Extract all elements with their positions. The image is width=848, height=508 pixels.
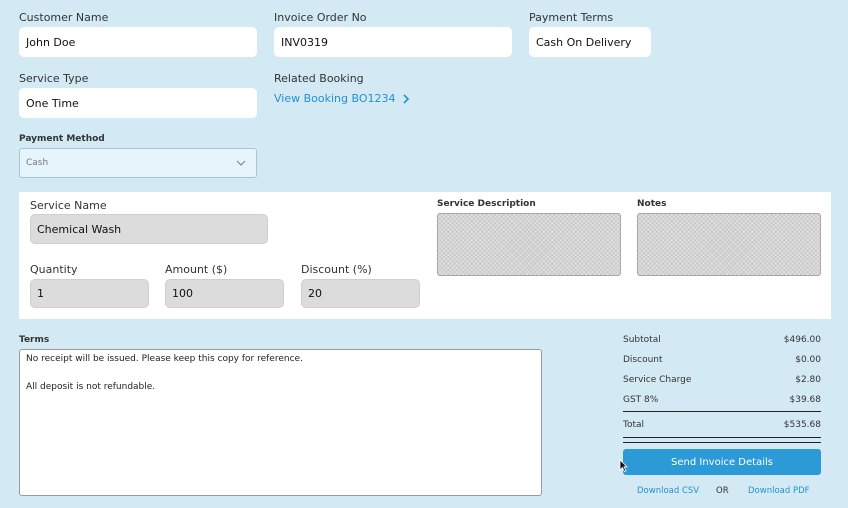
discount-input[interactable]: 20 — [301, 279, 420, 308]
discount-summary-value: $0.00 — [795, 355, 821, 365]
total-divider-top — [623, 437, 821, 438]
service-name-label: Service Name — [30, 199, 107, 212]
customer-name-label: Customer Name — [19, 11, 109, 24]
gst-value: $39.68 — [789, 395, 822, 405]
invoice-order-label: Invoice Order No — [274, 11, 367, 24]
terms-textarea[interactable]: No receipt will be issued. Please keep t… — [19, 349, 542, 496]
summary-divider — [623, 411, 821, 412]
service-charge-row: Service Charge $2.80 — [623, 375, 821, 385]
or-separator: OR — [716, 486, 729, 496]
download-pdf-link[interactable]: Download PDF — [748, 486, 810, 496]
quantity-input[interactable]: 1 — [30, 279, 149, 308]
service-description-label: Service Description — [437, 199, 536, 209]
notes-textarea[interactable] — [637, 213, 821, 276]
service-type-input[interactable]: One Time — [19, 88, 257, 118]
discount-row: Discount $0.00 — [623, 355, 821, 365]
related-booking-label: Related Booking — [274, 72, 364, 85]
payment-method-select[interactable]: Cash — [19, 148, 257, 178]
payment-terms-label: Payment Terms — [529, 11, 614, 24]
discount-summary-label: Discount — [623, 355, 663, 365]
terms-line-2: All deposit is not refundable. — [26, 382, 156, 392]
view-booking-link-text: View Booking BO1234 — [274, 92, 396, 105]
subtotal-label: Subtotal — [623, 335, 661, 345]
amount-input[interactable]: 100 — [165, 279, 284, 308]
discount-label: Discount (%) — [301, 263, 372, 276]
service-name-input[interactable]: Chemical Wash — [30, 214, 268, 244]
service-charge-label: Service Charge — [623, 375, 692, 385]
download-csv-link[interactable]: Download CSV — [637, 486, 699, 496]
amount-label: Amount ($) — [165, 263, 228, 276]
total-label: Total — [623, 420, 645, 430]
invoice-order-input[interactable]: INV0319 — [274, 27, 512, 57]
customer-name-input[interactable]: John Doe — [19, 27, 257, 57]
terms-line-1: No receipt will be issued. Please keep t… — [26, 354, 303, 364]
subtotal-row: Subtotal $496.00 — [623, 335, 821, 345]
service-charge-value: $2.80 — [795, 375, 821, 385]
send-invoice-button[interactable]: Send Invoice Details — [623, 449, 821, 475]
payment-method-label: Payment Method — [19, 134, 105, 144]
quantity-label: Quantity — [30, 263, 78, 276]
gst-row: GST 8% $39.68 — [623, 395, 821, 405]
chevron-right-icon — [402, 93, 409, 104]
mouse-pointer-icon — [619, 457, 628, 476]
total-row: Total $535.68 — [623, 420, 821, 430]
notes-label: Notes — [637, 199, 667, 209]
service-description-textarea[interactable] — [437, 213, 621, 276]
payment-terms-input[interactable]: Cash On Delivery — [529, 27, 651, 57]
total-value: $535.68 — [783, 420, 821, 430]
terms-label: Terms — [19, 335, 50, 345]
chevron-down-icon — [236, 160, 246, 166]
payment-method-value: Cash — [26, 158, 49, 168]
view-booking-link[interactable]: View Booking BO1234 — [274, 92, 410, 105]
total-divider-bottom — [623, 442, 821, 443]
service-type-label: Service Type — [19, 72, 89, 85]
gst-label: GST 8% — [623, 395, 659, 405]
subtotal-value: $496.00 — [783, 335, 821, 345]
